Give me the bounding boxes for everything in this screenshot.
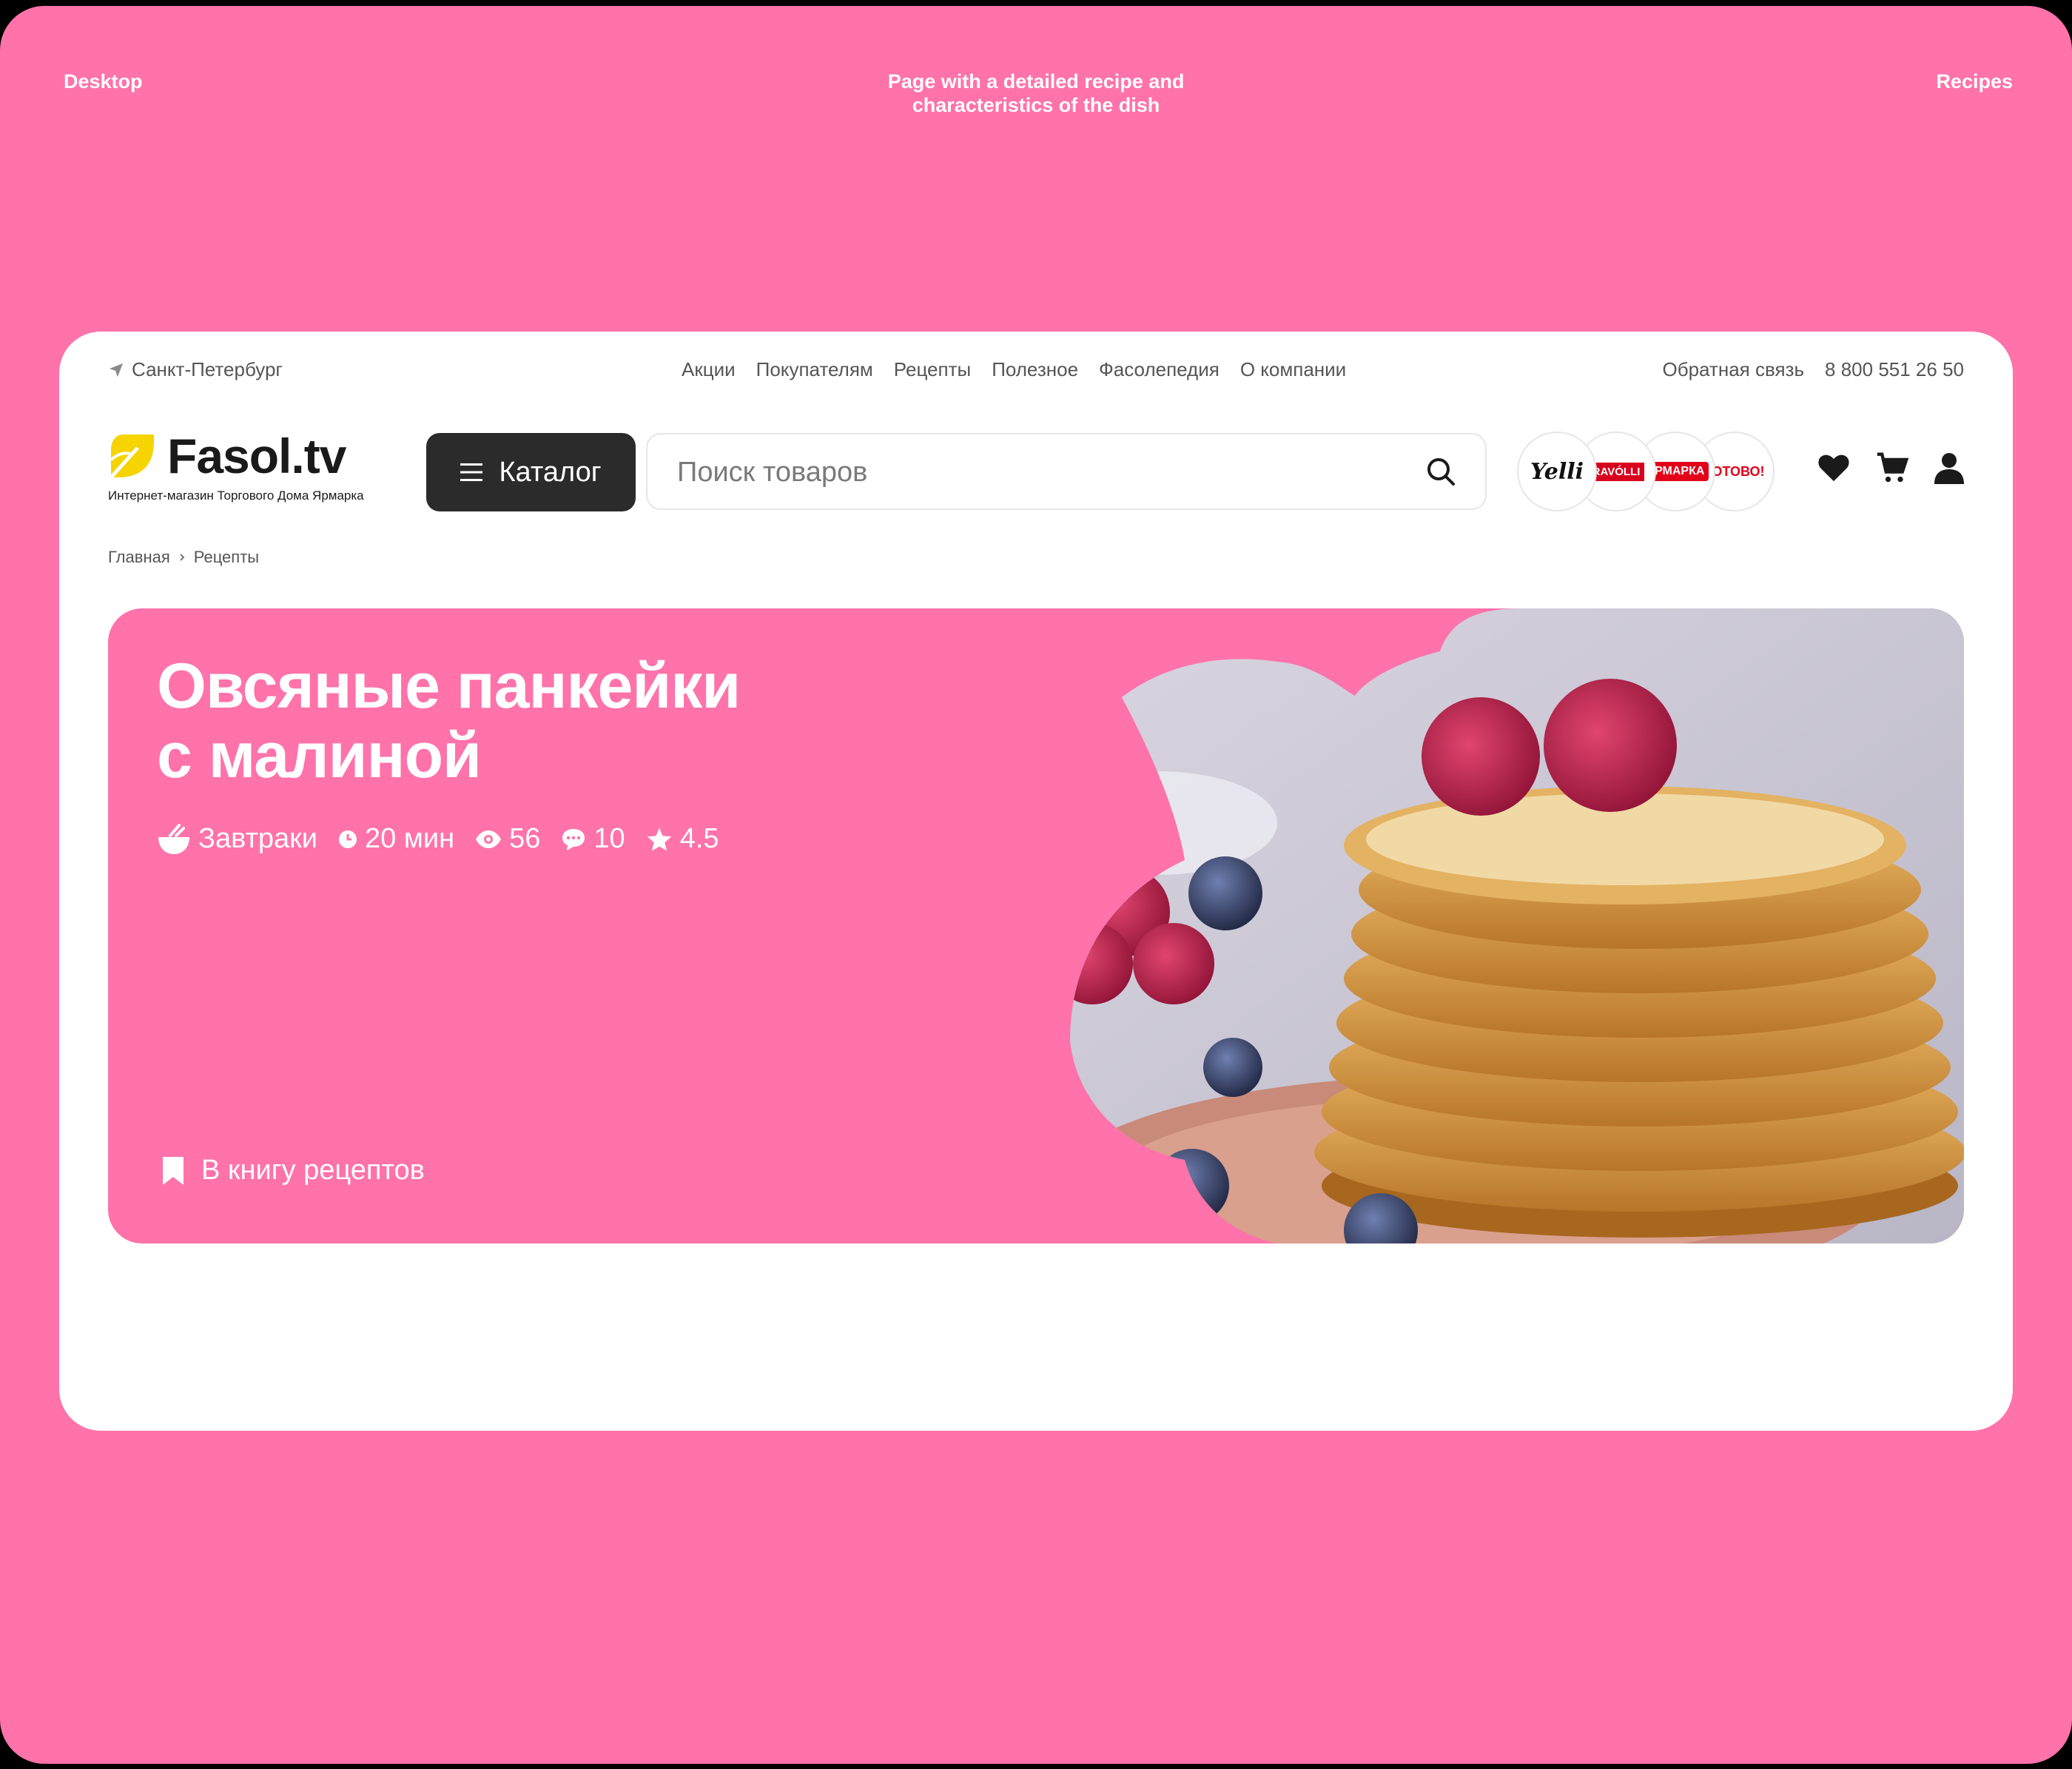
breadcrumb-current[interactable]: Рецепты — [194, 548, 259, 567]
search-icon[interactable] — [1426, 457, 1456, 486]
nav-link-fasolepedia[interactable]: Фасолепедия — [1099, 358, 1220, 381]
city-name: Санкт-Петербург — [132, 358, 283, 380]
bookmark-label: В книгу рецептов — [201, 1155, 425, 1186]
recipe-meta: Завтраки 20 мин 56 10 4.5 — [157, 823, 719, 855]
category-label: Завтраки — [198, 823, 317, 854]
nav-link-about[interactable]: О компании — [1240, 358, 1346, 381]
recipe-title: Овсяные панкейки с малиной — [157, 651, 1045, 790]
clock-icon — [338, 830, 357, 848]
eye-icon — [476, 830, 502, 848]
feedback-link[interactable]: Обратная связь — [1662, 358, 1804, 381]
rating-value: 4.5 — [679, 823, 719, 854]
recipe-title-line: Овсяные панкейки — [157, 651, 741, 722]
nav-link-useful[interactable]: Полезное — [992, 358, 1078, 381]
breadcrumb-home[interactable]: Главная — [108, 548, 170, 567]
search-box — [646, 433, 1487, 510]
caption-line: characteristics of the dish — [912, 94, 1160, 116]
recipe-time: 20 мин — [338, 823, 454, 855]
breadcrumb: Главная Рецепты — [108, 548, 259, 567]
catalog-label: Каталог — [499, 456, 602, 488]
recipe-rating: 4.5 — [646, 823, 719, 855]
catalog-button[interactable]: Каталог — [426, 433, 636, 511]
browser-page: Санкт-Петербург Акции Покупателям Рецепт… — [59, 332, 2013, 1431]
caption-device: Desktop — [64, 70, 143, 93]
menu-icon — [460, 463, 483, 481]
top-bar: Санкт-Петербург Акции Покупателям Рецепт… — [108, 358, 1964, 388]
add-to-recipe-book-button[interactable]: В книгу рецептов — [161, 1155, 425, 1186]
search-input[interactable] — [676, 451, 1389, 494]
caption-section: Recipes — [1936, 70, 2013, 93]
cart-icon[interactable] — [1875, 452, 1909, 484]
bookmark-icon — [163, 1156, 184, 1185]
location-arrow-icon — [109, 363, 124, 377]
bowl-icon — [158, 823, 189, 854]
presentation-frame: Desktop Page with a detailed recipe and … — [0, 6, 2072, 1764]
recipe-photo — [1070, 608, 1964, 1243]
heart-icon[interactable] — [1817, 453, 1850, 483]
brand-logos: Yelli RAVÓLLI ЯРМАРКА ГОТОВО! — [1517, 432, 1776, 511]
user-icon[interactable] — [1934, 452, 1964, 484]
comments-count: 10 — [593, 823, 625, 854]
brand-yelli[interactable]: Yelli — [1517, 432, 1597, 511]
top-nav: Акции Покупателям Рецепты Полезное Фасол… — [682, 358, 1346, 381]
time-label: 20 мин — [364, 823, 455, 854]
comment-icon — [562, 828, 585, 850]
nav-link-customers[interactable]: Покупателям — [756, 358, 873, 381]
site-header: Fasol.tv Интернет-магазин Торгового Дома… — [108, 428, 1964, 511]
caption-description: Page with a detailed recipe and characte… — [814, 70, 1258, 117]
brand-label: Yelli — [1530, 458, 1584, 485]
nav-link-recipes[interactable]: Рецепты — [894, 358, 971, 381]
chevron-right-icon — [180, 554, 185, 561]
site-logo[interactable]: Fasol.tv Интернет-магазин Торгового Дома… — [108, 428, 389, 509]
logo-text: Fasol.tv — [167, 429, 346, 483]
caption-line: Page with a detailed recipe and — [887, 70, 1185, 93]
star-icon — [647, 827, 671, 851]
recipe-views: 56 — [475, 823, 540, 855]
phone-link[interactable]: 8 800 551 26 50 — [1825, 358, 1964, 381]
recipe-category[interactable]: Завтраки — [157, 823, 317, 855]
views-count: 56 — [509, 823, 541, 854]
logo-subtitle: Интернет-магазин Торгового Дома Ярмарка — [108, 489, 364, 503]
recipe-hero: Овсяные панкейки с малиной Завтраки 20 м… — [108, 608, 1964, 1243]
header-icons — [1817, 452, 1964, 484]
recipe-comments[interactable]: 10 — [561, 823, 625, 855]
city-selector[interactable]: Санкт-Петербург — [108, 358, 283, 381]
recipe-title-line: с малиной — [157, 720, 482, 791]
top-contacts: Обратная связь 8 800 551 26 50 — [1662, 358, 1964, 381]
nav-link-promotions[interactable]: Акции — [682, 358, 736, 381]
logo-bean-icon — [110, 434, 154, 479]
